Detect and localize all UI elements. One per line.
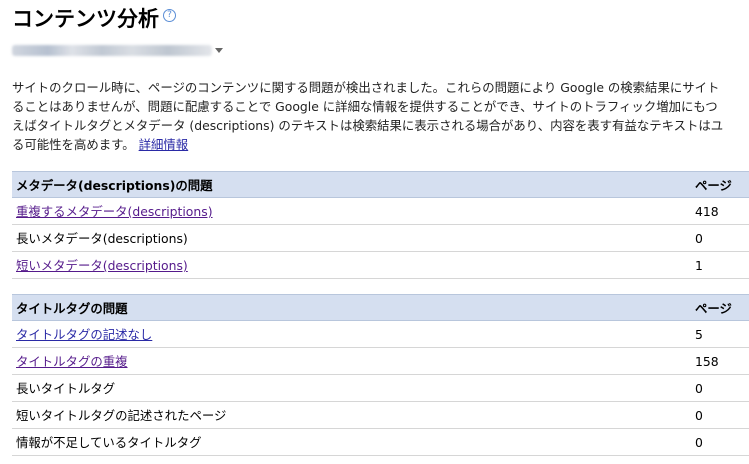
column-header-issue: タイトルタグの問題 [12, 294, 691, 321]
page-title: コンテンツ分析 [12, 7, 159, 31]
page-header: コンテンツ分析 ? [12, 4, 176, 34]
page-count: 0 [691, 374, 749, 402]
intro-description: サイトのクロール時に、ページのコンテンツに関する問題が検出されました。これらの問… [12, 78, 749, 154]
table-row: 重複するメタデータ(descriptions) 418 [12, 197, 749, 225]
column-header-issue: メタデータ(descriptions)の問題 [12, 171, 691, 198]
page-count: 0 [691, 428, 749, 456]
table-header-row: タイトルタグの問題 ページ [12, 294, 749, 321]
table-row: タイトルタグの重複 158 [12, 347, 749, 375]
page-count: 0 [691, 224, 749, 252]
description-line-text: る可能性を高めます。 [12, 137, 135, 152]
table-row: 情報が不足しているタイトルタグ 0 [12, 428, 749, 456]
chevron-down-icon[interactable] [215, 47, 223, 53]
table-header-row: メタデータ(descriptions)の問題 ページ [12, 171, 749, 198]
duplicate-meta-link[interactable]: 重複するメタデータ(descriptions) [16, 204, 213, 219]
short-title-label: 短いタイトルタグの記述されたページ [12, 401, 691, 429]
short-meta-link[interactable]: 短いメタデータ(descriptions) [16, 258, 188, 273]
table-row: タイトルタグの記述なし 5 [12, 320, 749, 348]
site-url-redacted [12, 44, 212, 56]
duplicate-title-link[interactable]: タイトルタグの重複 [16, 354, 128, 369]
long-title-label: 長いタイトルタグ [12, 374, 691, 402]
page-count: 1 [691, 251, 749, 279]
column-header-pages: ページ [691, 294, 749, 321]
table-row: 長いタイトルタグ 0 [12, 374, 749, 402]
long-meta-label: 長いメタデータ(descriptions) [12, 224, 691, 252]
description-line: えばタイトルタグとメタデータ (descriptions) のテキストは検索結果… [12, 118, 724, 133]
metadata-issues-table: メタデータ(descriptions)の問題 ページ 重複するメタデータ(des… [12, 171, 749, 279]
description-line: ることはありませんが、問題に配慮することで Google に詳細な情報を提供する… [12, 99, 718, 114]
uninformative-title-label: 情報が不足しているタイトルタグ [12, 428, 691, 456]
table-row: 短いタイトルタグの記述されたページ 0 [12, 401, 749, 429]
help-icon[interactable]: ? [163, 9, 176, 22]
page-count: 418 [691, 197, 749, 225]
missing-title-link[interactable]: タイトルタグの記述なし [16, 327, 152, 342]
description-line: る可能性を高めます。 詳細情報 [12, 135, 749, 154]
page-count: 0 [691, 401, 749, 429]
more-info-link[interactable]: 詳細情報 [139, 137, 189, 152]
table-row: 長いメタデータ(descriptions) 0 [12, 224, 749, 252]
column-header-pages: ページ [691, 171, 749, 198]
page-count: 5 [691, 320, 749, 348]
title-tag-issues-table: タイトルタグの問題 ページ タイトルタグの記述なし 5 タイトルタグの重複 15… [12, 294, 749, 456]
description-line: サイトのクロール時に、ページのコンテンツに関する問題が検出されました。これらの問… [12, 80, 720, 95]
table-row: 短いメタデータ(descriptions) 1 [12, 251, 749, 279]
site-selector[interactable] [12, 42, 223, 58]
page-count: 158 [691, 347, 749, 375]
